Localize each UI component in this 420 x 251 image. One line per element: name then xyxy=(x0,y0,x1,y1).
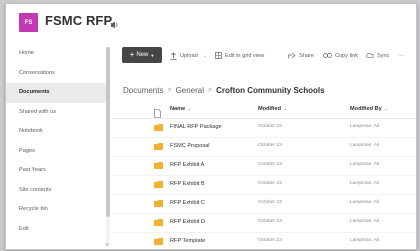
file-name[interactable]: FINAL RFP Package xyxy=(170,124,222,130)
file-name[interactable]: RFP Exhibit A xyxy=(170,162,204,168)
copy-link-button[interactable]: Copy link xyxy=(323,50,358,61)
column-header-name[interactable]: Name ⌄ xyxy=(170,106,191,112)
file-row[interactable]: RFP Exhibit A October 23 Lampman, Ali xyxy=(112,157,416,176)
new-button[interactable]: + New ▼ xyxy=(122,47,162,63)
file-modified: October 23 xyxy=(258,219,282,224)
share-label: Share xyxy=(299,52,314,59)
more-actions-button[interactable]: ··· xyxy=(399,50,405,61)
upload-label: Upload xyxy=(180,52,198,59)
scroll-down-arrow-icon[interactable]: ▼ xyxy=(105,242,109,247)
file-modified-by: Lampman, Ali xyxy=(350,200,380,205)
file-modified-by: Lampman, Ali xyxy=(350,219,380,224)
sharepoint-window: FS FSMC RFP Home Conversations Documents… xyxy=(5,3,417,250)
file-row[interactable]: RFP Template October 23 Lampman, Ali xyxy=(112,233,416,249)
file-modified-by: Lampman, Ali xyxy=(350,238,380,243)
file-modified: October 23 xyxy=(258,238,282,243)
nav-item-edit[interactable]: Edit xyxy=(6,220,110,240)
site-title[interactable]: FSMC RFP xyxy=(45,13,112,28)
breadcrumb-separator: > xyxy=(208,86,213,94)
folder-icon xyxy=(154,200,163,207)
file-modified: October 23 xyxy=(258,181,282,186)
site-header: FS FSMC RFP xyxy=(6,4,416,44)
file-modified: October 23 xyxy=(258,200,282,205)
column-header-modified[interactable]: Modified ⌄ xyxy=(258,106,287,112)
nav-scrollbar[interactable]: ▼ xyxy=(105,47,110,247)
sync-label: Sync xyxy=(377,52,390,59)
file-modified: October 23 xyxy=(258,143,282,148)
new-button-label: New xyxy=(136,52,149,58)
folder-icon xyxy=(154,238,163,245)
plus-icon: + xyxy=(129,50,135,59)
folder-icon xyxy=(154,162,163,169)
nav-item-pages[interactable]: Pages xyxy=(6,142,110,162)
column-header-modified-label: Modified xyxy=(258,106,281,112)
file-modified-by: Lampman, Ali xyxy=(350,162,380,167)
more-icon: ··· xyxy=(399,52,405,59)
nav-item-notebook[interactable]: Notebook xyxy=(6,122,110,142)
chevron-down-icon: ▼ xyxy=(150,52,155,58)
breadcrumb-general[interactable]: General xyxy=(176,86,204,95)
chevron-down-icon: ⌄ xyxy=(383,106,388,112)
share-icon xyxy=(288,52,296,59)
sync-button[interactable]: Sync xyxy=(366,50,389,61)
chevron-down-icon: ⌄ xyxy=(202,52,207,59)
file-modified: October 23 xyxy=(258,124,282,129)
folder-icon xyxy=(154,219,163,226)
file-list-header: Name ⌄ Modified ⌄ Modified By ⌄ xyxy=(112,105,416,119)
folder-icon xyxy=(154,181,163,188)
grid-icon xyxy=(215,52,222,59)
left-navigation: Home Conversations Documents Shared with… xyxy=(6,44,110,249)
folder-icon xyxy=(154,124,163,131)
file-name[interactable]: RFP Exhibit C xyxy=(170,200,205,206)
nav-item-shared-with-us[interactable]: Shared with us xyxy=(6,103,110,123)
file-modified-by: Lampman, Ali xyxy=(350,181,380,186)
nav-scrollbar-thumb[interactable] xyxy=(106,47,110,217)
breadcrumb-separator: > xyxy=(167,86,172,94)
file-row[interactable]: FSMC Proposal October 23 Lampman, Ali xyxy=(112,138,416,157)
copy-link-label: Copy link xyxy=(335,52,359,59)
nav-item-documents[interactable]: Documents xyxy=(6,83,110,103)
upload-icon xyxy=(170,51,177,60)
file-name[interactable]: RFP Template xyxy=(170,238,205,244)
nav-item-past-years[interactable]: Past Years xyxy=(6,161,110,181)
upload-button[interactable]: Upload ⌄ xyxy=(170,50,207,61)
file-row[interactable]: RFP Exhibit C October 23 Lampman, Ali xyxy=(112,195,416,214)
nav-item-home[interactable]: Home xyxy=(6,44,110,64)
nav-item-recycle-bin[interactable]: Recycle bin xyxy=(6,200,110,220)
breadcrumb-documents[interactable]: Documents xyxy=(123,86,163,95)
edit-grid-view-button[interactable]: Edit in grid view xyxy=(215,50,264,61)
column-header-modified-by-label: Modified By xyxy=(350,106,382,112)
nav-item-site-contents[interactable]: Site contents xyxy=(6,181,110,201)
nav-item-conversations[interactable]: Conversations xyxy=(6,64,110,84)
command-bar: + New ▼ Upload ⌄ Edit in grid view Share… xyxy=(112,44,416,68)
edit-grid-view-label: Edit in grid view xyxy=(225,52,265,59)
chevron-down-icon: ⌄ xyxy=(283,106,288,112)
file-name[interactable]: RFP Exhibit D xyxy=(170,219,205,225)
file-row[interactable]: RFP Exhibit D October 23 Lampman, Ali xyxy=(112,214,416,233)
folder-icon xyxy=(154,143,163,150)
site-logo[interactable]: FS xyxy=(19,13,38,32)
chevron-down-icon: ⌄ xyxy=(187,106,192,112)
file-name[interactable]: FSMC Proposal xyxy=(170,143,209,149)
file-row[interactable]: FINAL RFP Package October 23 Lampman, Al… xyxy=(112,119,416,138)
file-modified-by: Lampman, Ali xyxy=(350,124,380,129)
file-row[interactable]: RFP Exhibit B October 23 Lampman, Ali xyxy=(112,176,416,195)
file-name[interactable]: RFP Exhibit B xyxy=(170,181,205,187)
breadcrumb: Documents > General > Crofton Community … xyxy=(123,83,325,97)
file-modified-by: Lampman, Ali xyxy=(350,143,380,148)
file-modified: October 23 xyxy=(258,162,282,167)
follow-icon[interactable] xyxy=(110,16,119,34)
share-button[interactable]: Share xyxy=(288,50,314,61)
link-icon xyxy=(323,53,332,58)
breadcrumb-current-folder[interactable]: Crofton Community Schools xyxy=(216,86,324,95)
column-header-name-label: Name xyxy=(170,106,186,112)
sync-icon xyxy=(366,52,374,58)
column-header-modified-by[interactable]: Modified By ⌄ xyxy=(350,106,388,112)
